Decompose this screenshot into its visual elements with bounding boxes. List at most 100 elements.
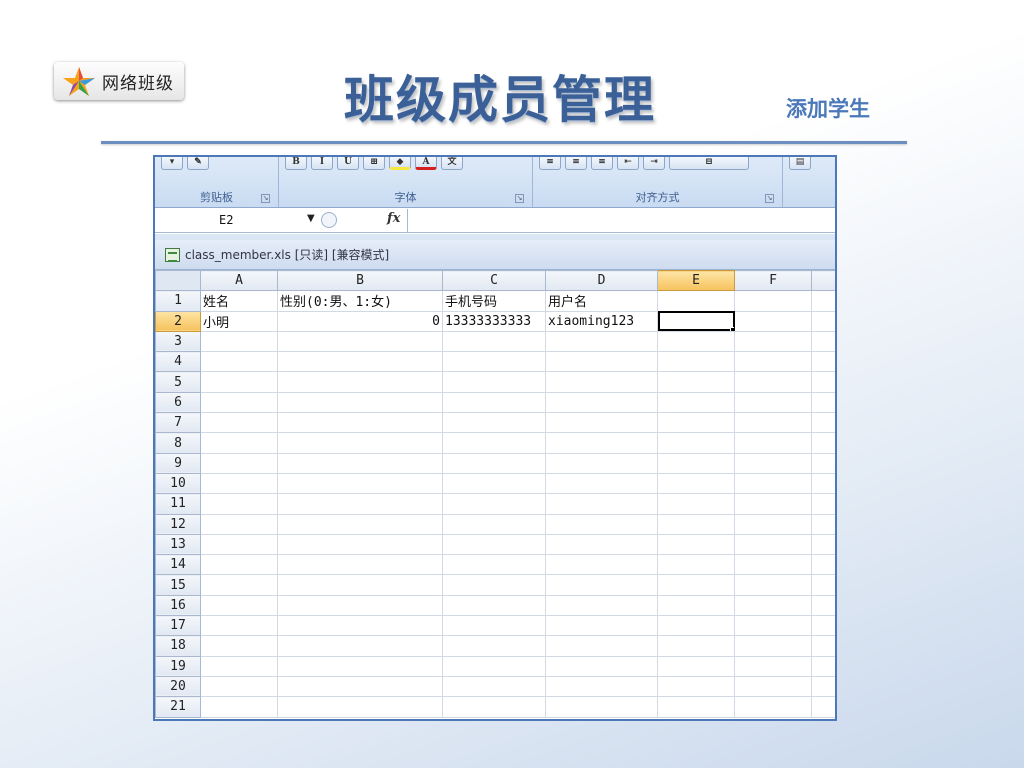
cell-e3[interactable] <box>657 330 735 353</box>
border-button[interactable]: ⊞ <box>363 157 385 170</box>
cell-c7[interactable] <box>442 412 546 434</box>
cell-b13[interactable] <box>277 533 443 556</box>
paste-dropdown-button[interactable]: ▾ <box>161 157 183 170</box>
dialog-launcher-icon[interactable]: ↘ <box>765 194 774 203</box>
cell-a8[interactable] <box>200 432 278 454</box>
row-header[interactable]: 17 <box>155 615 201 637</box>
cell-c4[interactable] <box>442 351 546 373</box>
cell-e6[interactable] <box>657 391 735 414</box>
column-header-e[interactable]: E <box>657 269 735 292</box>
cell-c2[interactable]: 13333333333 <box>442 310 546 332</box>
cell-a19[interactable] <box>200 655 278 677</box>
cell-f17[interactable] <box>734 615 812 637</box>
cell-c18[interactable] <box>442 635 546 657</box>
cell-g1[interactable] <box>811 290 835 312</box>
row-header[interactable]: 16 <box>155 594 201 617</box>
insert-function-icon[interactable]: fx <box>387 211 400 226</box>
cell-e17[interactable] <box>657 615 735 637</box>
cell-e13[interactable] <box>657 533 735 556</box>
chevron-down-icon[interactable]: ▼ <box>307 213 315 224</box>
cell-d19[interactable] <box>545 655 658 677</box>
cell-a18[interactable] <box>200 635 278 657</box>
cell-b2[interactable]: 0 <box>277 310 443 332</box>
cell-g7[interactable] <box>811 412 835 434</box>
cell-g4[interactable] <box>811 351 835 373</box>
row-header[interactable]: 13 <box>155 533 201 556</box>
cell-b14[interactable] <box>277 554 443 576</box>
cell-a11[interactable] <box>200 493 278 515</box>
cell-b10[interactable] <box>277 472 443 495</box>
cell-c5[interactable] <box>442 371 546 393</box>
row-header[interactable]: 18 <box>155 635 201 657</box>
cell-b20[interactable] <box>277 675 443 698</box>
cell-d6[interactable] <box>545 391 658 414</box>
cell-e12[interactable] <box>657 513 735 535</box>
cell-g14[interactable] <box>811 554 835 576</box>
number-format-button[interactable]: ▤ <box>789 157 811 170</box>
cell-d21[interactable] <box>545 696 658 718</box>
cell-e15[interactable] <box>657 574 735 596</box>
cell-a5[interactable] <box>200 371 278 393</box>
cell-c11[interactable] <box>442 493 546 515</box>
cell-a15[interactable] <box>200 574 278 596</box>
cell-a13[interactable] <box>200 533 278 556</box>
cell-a9[interactable] <box>200 452 278 474</box>
row-header[interactable]: 6 <box>155 391 201 414</box>
cell-f15[interactable] <box>734 574 812 596</box>
cell-f4[interactable] <box>734 351 812 373</box>
cell-b12[interactable] <box>277 513 443 535</box>
cell-e10[interactable] <box>657 472 735 495</box>
cell-f3[interactable] <box>734 330 812 353</box>
cell-f18[interactable] <box>734 635 812 657</box>
align-right-button[interactable]: ≡ <box>591 157 613 170</box>
cell-b9[interactable] <box>277 452 443 474</box>
format-painter-button[interactable]: ✎ <box>187 157 209 170</box>
cell-e18[interactable] <box>657 635 735 657</box>
cell-c16[interactable] <box>442 594 546 617</box>
column-header-b[interactable]: B <box>277 269 443 292</box>
cell-d10[interactable] <box>545 472 658 495</box>
align-left-button[interactable]: ≡ <box>539 157 561 170</box>
cell-c6[interactable] <box>442 391 546 414</box>
cell-d14[interactable] <box>545 554 658 576</box>
align-center-button[interactable]: ≡ <box>565 157 587 170</box>
row-header[interactable]: 1 <box>155 290 201 312</box>
cell-d8[interactable] <box>545 432 658 454</box>
cell-a6[interactable] <box>200 391 278 414</box>
cell-d7[interactable] <box>545 412 658 434</box>
cell-e2[interactable] <box>657 310 735 332</box>
cell-b3[interactable] <box>277 330 443 353</box>
column-header-f[interactable]: F <box>734 269 812 292</box>
cell-f11[interactable] <box>734 493 812 515</box>
cell-g9[interactable] <box>811 452 835 474</box>
cell-g20[interactable] <box>811 675 835 698</box>
cell-f1[interactable] <box>734 290 812 312</box>
cell-f19[interactable] <box>734 655 812 677</box>
row-header[interactable]: 7 <box>155 412 201 434</box>
cell-d9[interactable] <box>545 452 658 474</box>
cell-d1[interactable]: 用户名 <box>545 290 658 312</box>
cell-c20[interactable] <box>442 675 546 698</box>
cell-b6[interactable] <box>277 391 443 414</box>
cell-c8[interactable] <box>442 432 546 454</box>
cell-a21[interactable] <box>200 696 278 718</box>
cell-g5[interactable] <box>811 371 835 393</box>
cell-a1[interactable]: 姓名 <box>200 290 278 312</box>
cell-d3[interactable] <box>545 330 658 353</box>
row-header[interactable]: 14 <box>155 554 201 576</box>
row-header[interactable]: 4 <box>155 351 201 373</box>
cell-g2[interactable] <box>811 310 835 332</box>
cell-a12[interactable] <box>200 513 278 535</box>
cell-d17[interactable] <box>545 615 658 637</box>
merge-center-button[interactable]: ⊟ <box>669 157 749 170</box>
row-header[interactable]: 11 <box>155 493 201 515</box>
cell-g15[interactable] <box>811 574 835 596</box>
cell-b5[interactable] <box>277 371 443 393</box>
name-box[interactable]: E2 <box>155 210 305 231</box>
cell-a16[interactable] <box>200 594 278 617</box>
italic-button[interactable]: I <box>311 157 333 170</box>
row-header[interactable]: 5 <box>155 371 201 393</box>
cell-a20[interactable] <box>200 675 278 698</box>
cell-d20[interactable] <box>545 675 658 698</box>
column-header-g[interactable] <box>811 269 835 292</box>
